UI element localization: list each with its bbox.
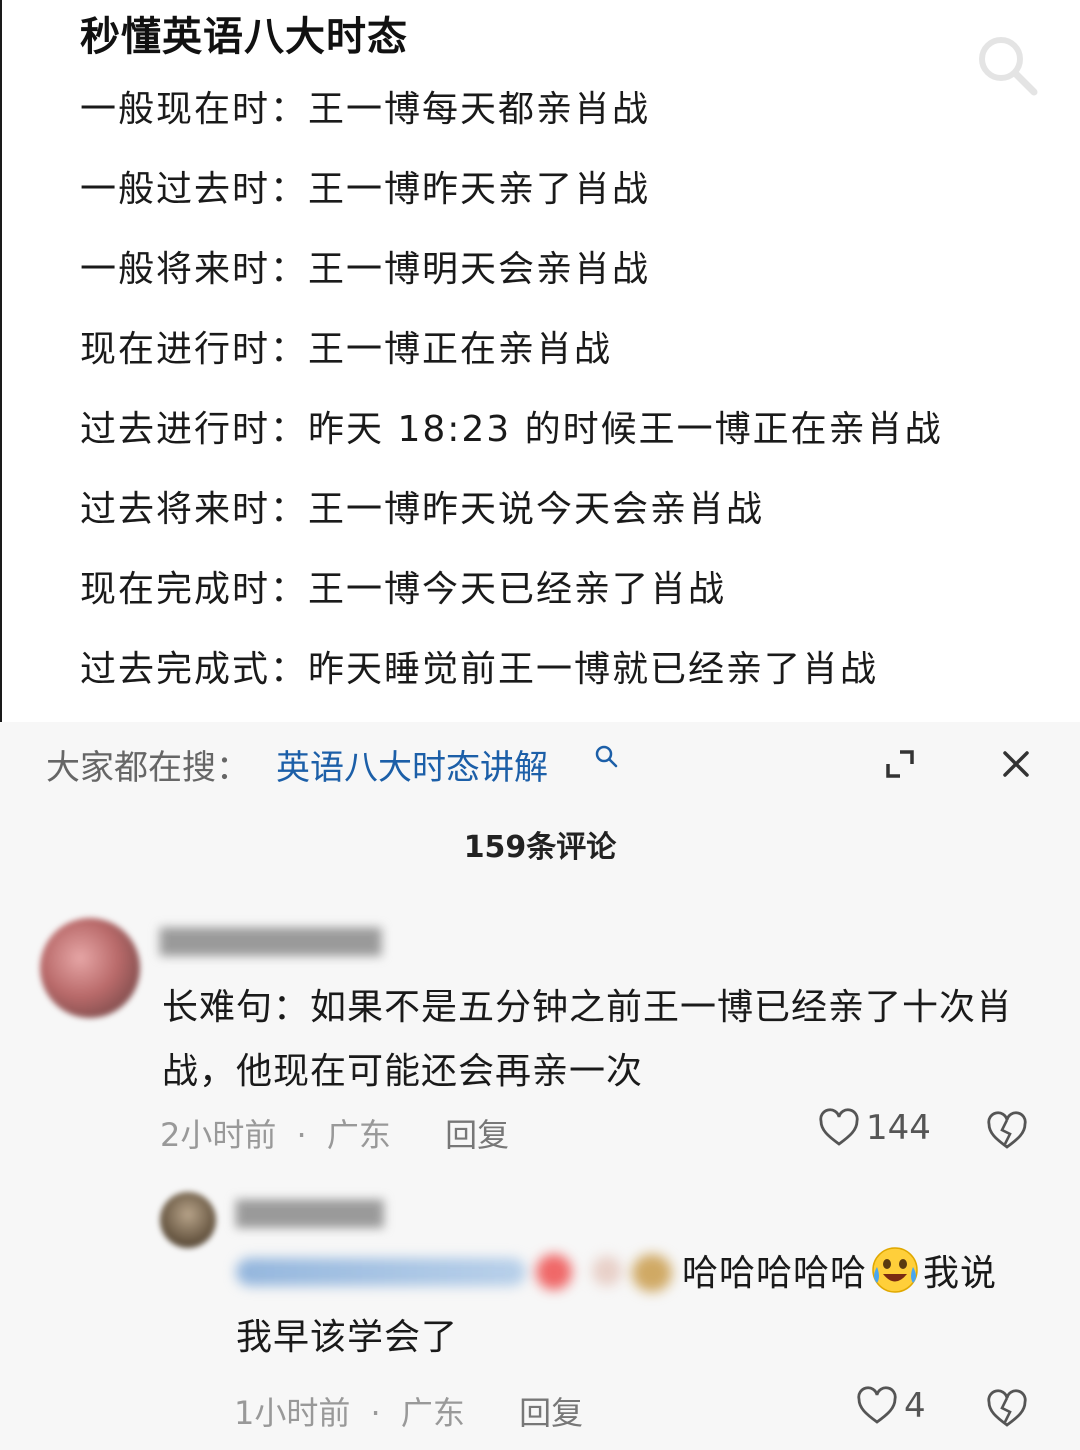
comment-time: 2小时前 (160, 1116, 277, 1154)
comment-meta: 2小时前 · 广东 回复 (160, 1110, 509, 1156)
reply-button[interactable]: 回复 (519, 1394, 583, 1432)
meta-separator: · (296, 1116, 307, 1154)
like-count: 144 (866, 1108, 931, 1148)
dislike-icon[interactable] (986, 1110, 1028, 1152)
like-button[interactable]: 4 (856, 1386, 926, 1426)
dislike-icon[interactable] (986, 1388, 1028, 1430)
tense-row: 现在进行时：王一博正在亲肖战 (80, 329, 613, 370)
heart-icon (857, 1386, 897, 1424)
tense-row: 过去完成式：昨天睡觉前王一博就已经亲了肖战 (80, 649, 879, 690)
comment-count: 159条评论 (463, 830, 617, 865)
note-title: 秒懂英语八大时态 (80, 14, 408, 60)
search-suggestion-bar: 大家都在搜： 英语八大时态讲解 (0, 722, 1080, 808)
like-count: 4 (904, 1386, 926, 1426)
note-image[interactable]: 秒懂英语八大时态 一般现在时：王一博每天都亲肖战 一般过去时：王一博昨天亲了肖战… (0, 0, 1080, 722)
comment-text: 长难句：如果不是五分钟之前王一博已经亲了十次肖战，他现在可能还会再亲一次 (162, 987, 1014, 1092)
heart-icon (819, 1108, 859, 1146)
comment-location: 广东 (326, 1116, 391, 1154)
reply-location: 广东 (400, 1394, 465, 1432)
reply-text-end: 我说 (923, 1253, 998, 1294)
reply-button[interactable]: 回复 (445, 1116, 509, 1154)
search-icon (595, 745, 618, 768)
comments-section: 159条评论 ████████████ 长难句：如果不是五分钟之前王一博已经亲了… (0, 808, 1080, 1450)
tense-row: 一般过去时：王一博昨天亲了肖战 (80, 169, 651, 210)
tense-row: 现在完成时：王一博今天已经亲了肖战 (80, 569, 727, 610)
tense-row: 过去进行时：昨天 18:23 的时候王一博正在亲肖战 (80, 409, 943, 450)
laughing-crying-emoji-icon (872, 1247, 918, 1293)
avatar[interactable] (40, 918, 140, 1018)
tense-row: 过去将来时：王一博昨天说今天会亲肖战 (80, 489, 765, 530)
reply-text: 哈哈哈哈哈 我说 我早该学会了 (236, 1242, 1036, 1370)
reply-text-laugh: 哈哈哈哈哈 (682, 1253, 868, 1294)
like-button[interactable]: 144 (818, 1108, 931, 1148)
expand-icon[interactable] (880, 744, 920, 784)
tense-list: 一般现在时：王一博每天都亲肖战 一般过去时：王一博昨天亲了肖战 一般将来时：王一… (80, 80, 943, 720)
reply-meta: 1小时前 · 广东 回复 (234, 1388, 583, 1434)
username-blurred[interactable]: ████████████ (160, 928, 381, 956)
close-icon[interactable] (996, 744, 1036, 784)
search-suggestion-link[interactable]: 英语八大时态讲解 (276, 740, 548, 789)
meta-separator: · (370, 1394, 381, 1432)
tense-row: 一般现在时：王一博每天都亲肖战 (80, 89, 651, 130)
tense-row: 一般将来时：王一博明天会亲肖战 (80, 249, 651, 290)
reply-time: 1小时前 (234, 1394, 351, 1432)
username-blurred[interactable]: ████████ (236, 1200, 384, 1228)
avatar[interactable] (160, 1192, 216, 1248)
reply-text-line2: 我早该学会了 (236, 1317, 459, 1358)
search-prefix-label: 大家都在搜： (46, 748, 250, 788)
image-search-icon[interactable] (974, 32, 1040, 98)
